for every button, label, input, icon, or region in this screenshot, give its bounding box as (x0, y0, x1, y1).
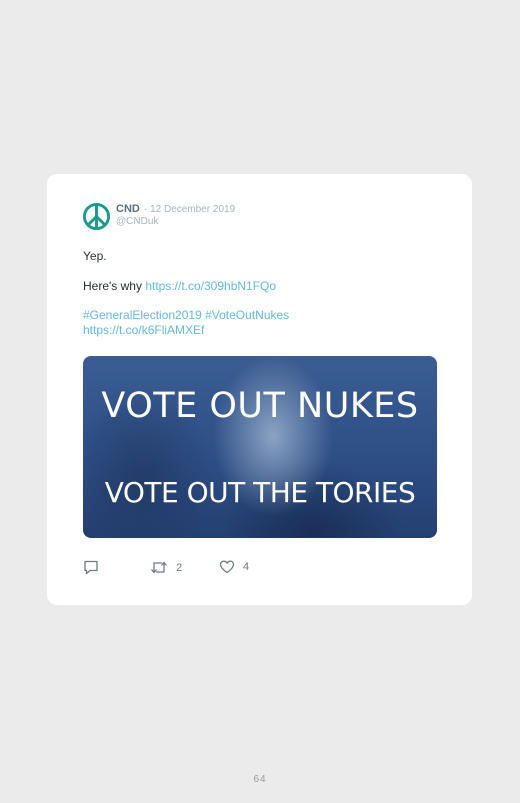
like-icon (219, 560, 235, 574)
tweet-image[interactable]: VOTE OUT NUKES VOTE OUT THE TORIES (83, 356, 437, 538)
reply-icon (84, 560, 98, 575)
like-button[interactable]: 4 (219, 560, 249, 574)
author-name[interactable]: CND (116, 203, 140, 215)
tweet-actions: 2 4 (83, 560, 283, 576)
hashtag-vote-out-nukes[interactable]: #VoteOutNukes (205, 308, 289, 322)
reply-button[interactable] (83, 560, 99, 575)
tweet-link-2-line: https://t.co/k6FliAMXEf (83, 323, 204, 337)
peace-icon[interactable] (82, 202, 111, 231)
tweet-link-1[interactable]: https://t.co/309hbN1FQo (145, 279, 276, 293)
retweet-count: 2 (176, 561, 183, 574)
image-text-bottom: VOTE OUT THE TORIES (104, 476, 416, 509)
image-text-top: VOTE OUT NUKES (101, 386, 419, 426)
tweet-link-2[interactable]: https://t.co/k6FliAMXEf (83, 323, 204, 337)
hashtag-general-election[interactable]: #GeneralElection2019 (83, 308, 202, 322)
tweet-date[interactable]: · 12 December 2019 (144, 204, 235, 215)
tweet-text-line2: Here's why https://t.co/309hbN1FQo (83, 279, 276, 293)
tweet-text-prefix: Here's why (83, 279, 146, 293)
retweet-icon (151, 561, 167, 574)
tweet-text-line1: Yep. (83, 249, 107, 263)
image-photo (83, 356, 437, 538)
author-handle[interactable]: @CNDuk (116, 216, 158, 227)
page-number: 64 (253, 774, 267, 785)
retweet-button[interactable]: 2 (150, 560, 182, 575)
tweet-hashtags: #GeneralElection2019 #VoteOutNukes (83, 308, 289, 322)
like-count: 4 (243, 561, 250, 573)
tweet-card[interactable]: CND · 12 December 2019 @CNDuk Yep. Here'… (47, 174, 472, 605)
